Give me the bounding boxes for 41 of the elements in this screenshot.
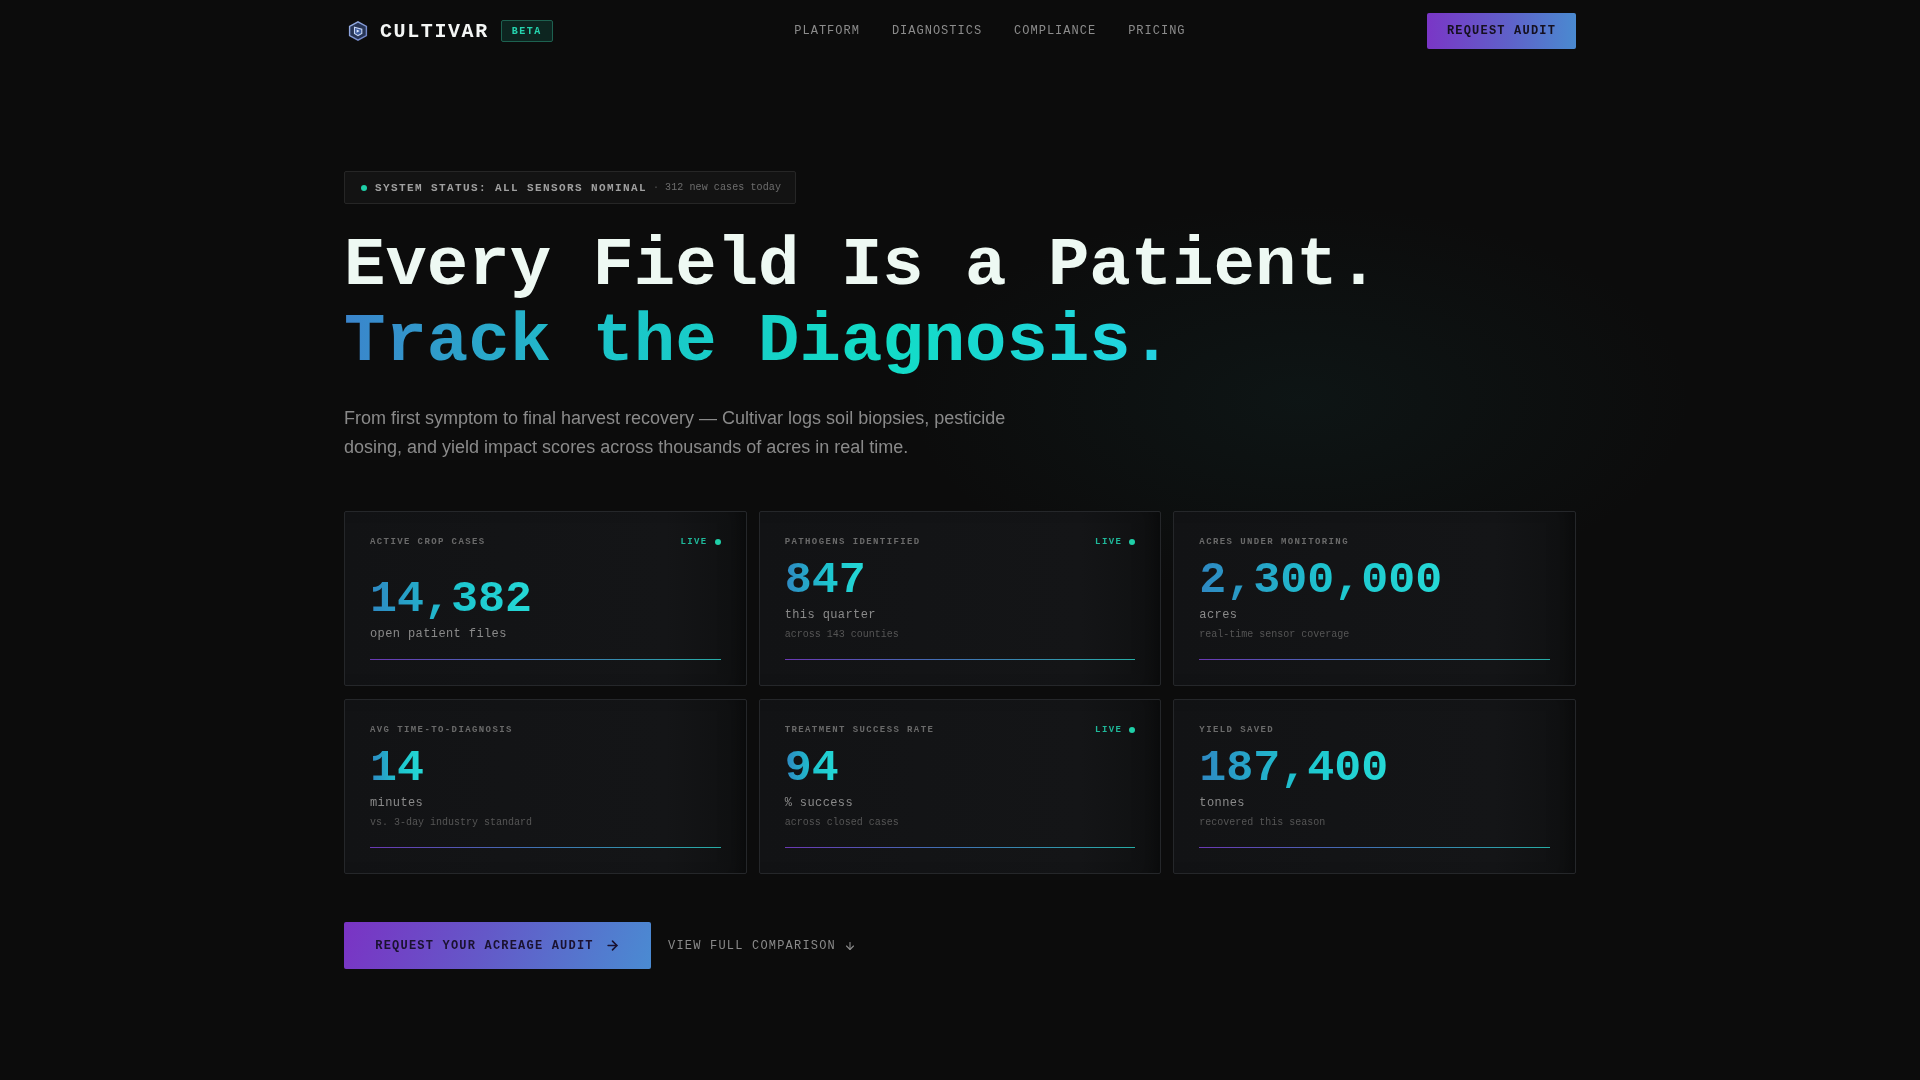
- stat-label: ACTIVE CROP CASES: [370, 537, 486, 547]
- live-label: LIVE: [1095, 725, 1123, 735]
- stat-label: ACRES UNDER MONITORING: [1199, 537, 1349, 547]
- live-label: LIVE: [1095, 537, 1123, 547]
- stat-label: PATHOGENS IDENTIFIED: [784, 537, 921, 547]
- nav-link[interactable]: COMPLIANCE: [1014, 24, 1097, 38]
- beta-badge: BETA: [500, 20, 553, 42]
- live-dot-icon: [714, 539, 721, 545]
- stat-note: real-time sensor coverage: [1199, 628, 1351, 642]
- status-separator: ·: [653, 182, 660, 193]
- stat-unit: tonnes: [1199, 795, 1246, 811]
- request-audit-button[interactable]: REQUEST AUDIT: [1427, 13, 1576, 49]
- hero-description: From first symptom to final harvest recovery — Cultivar logs soil biopsies, pesticide dosing, and yield impact scores across thousands of acres in real time.: [344, 407, 1007, 459]
- stat-unit: acres: [1199, 607, 1239, 623]
- hexagon-logo-icon: [348, 21, 368, 41]
- nav-link[interactable]: DIAGNOSTICS: [891, 24, 983, 38]
- stat-unit: open patient files: [370, 626, 508, 642]
- stat-label: AVG TIME-TO-DIAGNOSIS: [370, 725, 513, 735]
- nav-link[interactable]: PLATFORM: [794, 24, 860, 38]
- stat-note: recovered this season: [1199, 816, 1327, 830]
- stat-unit: % success: [784, 795, 855, 811]
- request-acreage-audit-button[interactable]: REQUEST YOUR ACREAGE AUDIT: [344, 922, 651, 969]
- stat-note: across 143 counties: [784, 628, 900, 642]
- live-dot-icon: [1129, 727, 1136, 733]
- live-dot-icon: [1129, 539, 1136, 545]
- headline: Every Field Is a Patient.: [344, 228, 1380, 304]
- status-note: 312 new cases today: [665, 182, 781, 193]
- stat-note: vs. 3-day industry standard: [370, 816, 534, 830]
- arrow-down-icon: [844, 939, 857, 952]
- nav-link[interactable]: PRICING: [1128, 24, 1186, 38]
- status-dot-icon: [361, 184, 367, 191]
- arrow-right-icon: [604, 938, 620, 953]
- live-label: LIVE: [680, 537, 708, 547]
- stat-note: across closed cases: [784, 816, 900, 830]
- stat-label: YIELD SAVED: [1199, 725, 1275, 735]
- brand-name: CULTIVAR: [380, 19, 489, 43]
- stat-label: TREATMENT SUCCESS RATE: [784, 725, 935, 735]
- stat-unit: this quarter: [784, 607, 877, 623]
- view-comparison-link[interactable]: VIEW FULL COMPARISON: [668, 922, 857, 969]
- status-label: SYSTEM STATUS: ALL SENSORS NOMINAL: [375, 181, 648, 194]
- stat-unit: minutes: [370, 795, 425, 811]
